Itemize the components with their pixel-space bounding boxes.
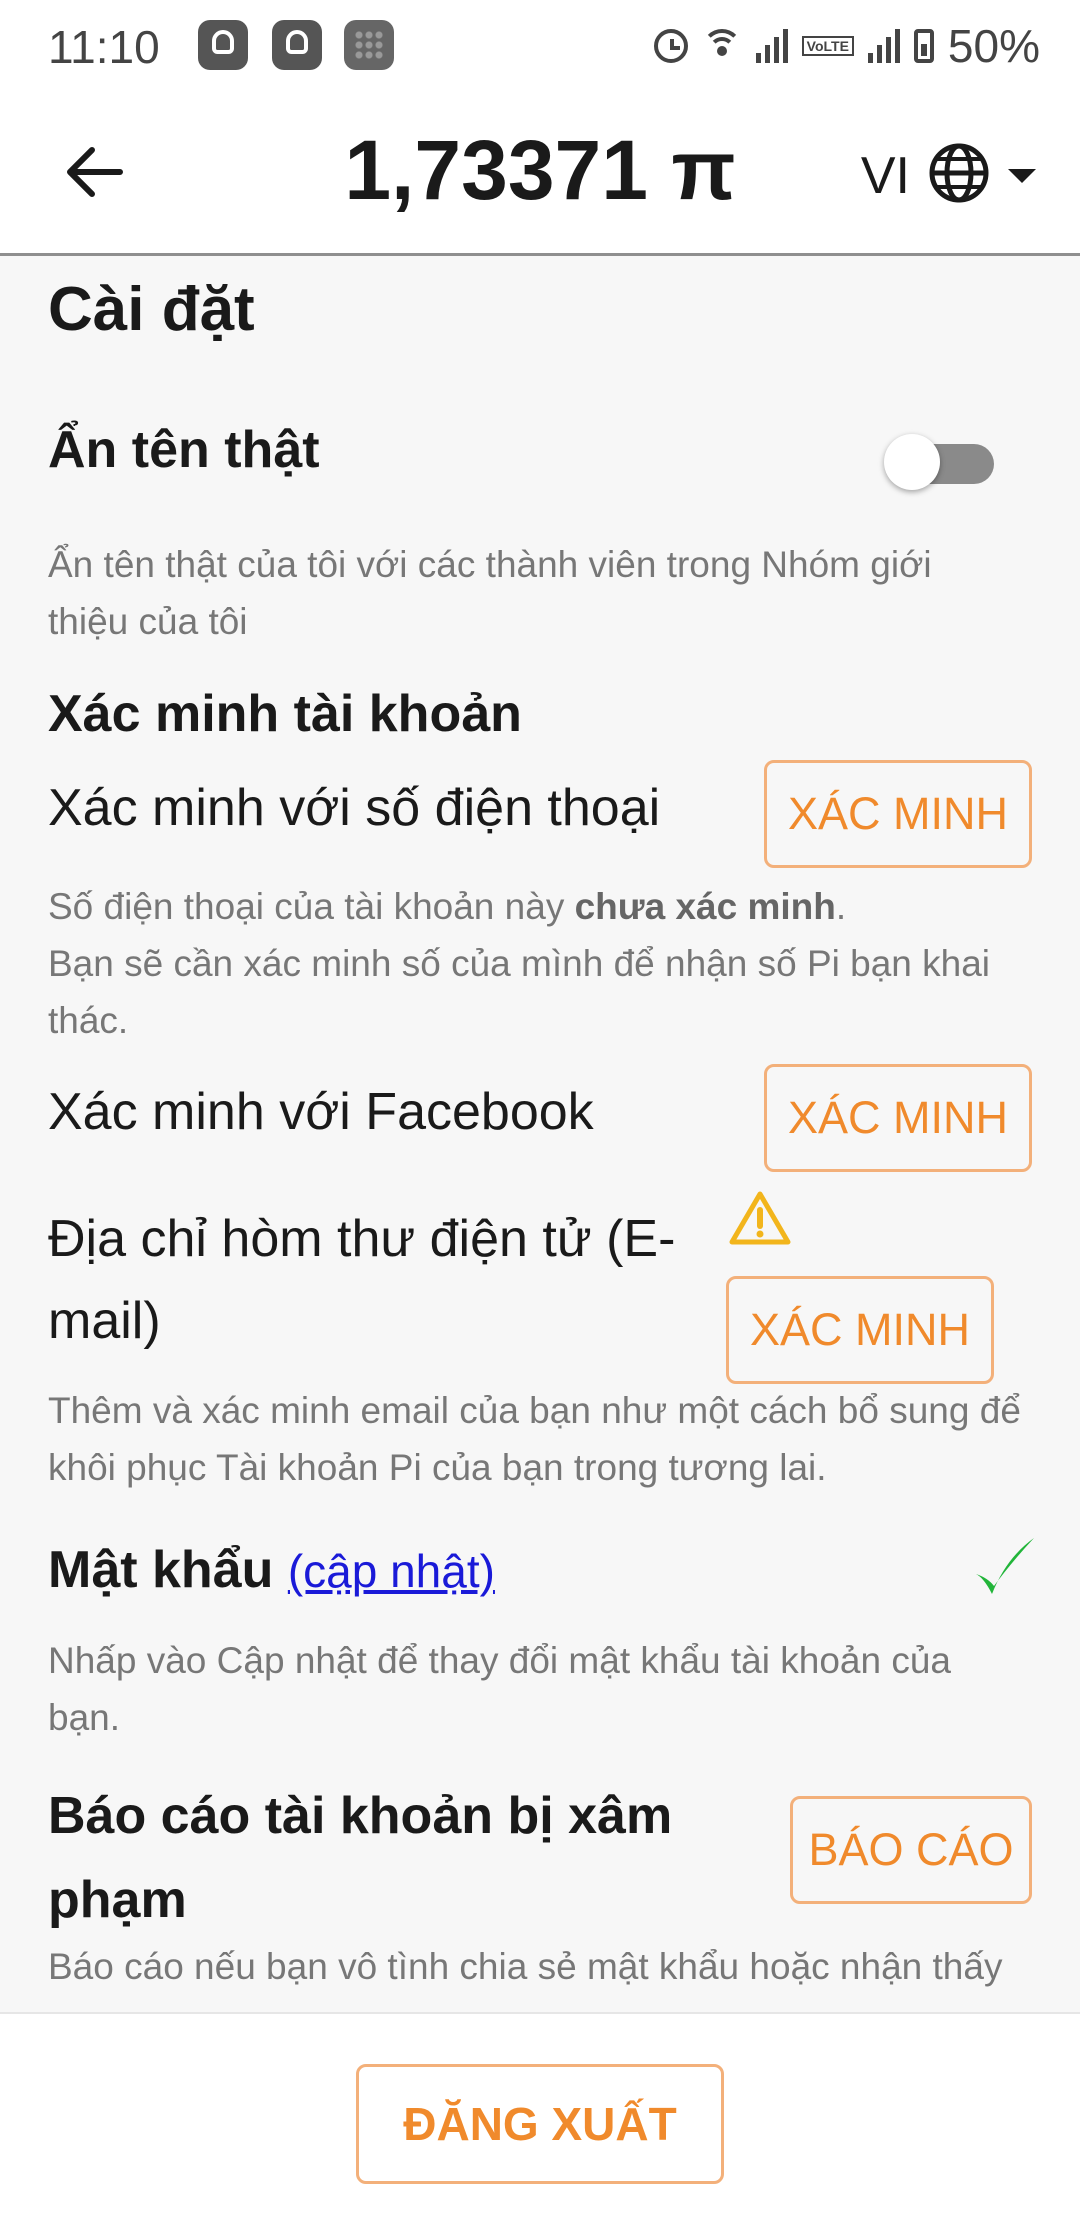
warning-icon xyxy=(728,1190,792,1251)
battery-icon xyxy=(913,29,934,63)
phone-verify-button[interactable]: XÁC MINH xyxy=(764,760,1032,868)
verification-section-title: Xác minh tài khoản xyxy=(48,685,522,743)
signal-icon xyxy=(867,29,900,63)
phone-verify-label: Xác minh với số điện thoại xyxy=(48,779,661,837)
email-verify-label: Địa chỉ hòm thư điện tử (E- mail) xyxy=(48,1198,728,1362)
password-update-link[interactable]: (cập nhật) xyxy=(288,1545,495,1597)
report-description: Báo cáo nếu bạn vô tình chia sẻ mật khẩu… xyxy=(48,1946,1003,1987)
password-description: Nhấp vào Cập nhật để thay đổi mật khẩu t… xyxy=(48,1640,951,1738)
wifi-icon xyxy=(701,29,742,63)
hide-real-name-toggle[interactable] xyxy=(884,434,994,490)
report-compromised-label: Báo cáo tài khoản bị xâm phạm xyxy=(48,1774,748,1942)
notification-bulb-icon xyxy=(198,20,248,70)
status-time: 11:10 xyxy=(48,21,160,73)
password-row: Mật khẩu (cập nhật) xyxy=(48,1540,495,1600)
settings-content[interactable]: Cài đặt Ẩn tên thật Ẩn tên thật của tôi … xyxy=(0,256,1080,2012)
hide-real-name-label: Ẩn tên thật xyxy=(48,421,320,479)
language-code: VI xyxy=(860,146,910,205)
footer-bar: ĐĂNG XUẤT xyxy=(0,2012,1080,2234)
report-label-line1: Báo cáo tài khoản bị xâm xyxy=(48,1787,673,1845)
volte-badge: VoLTE xyxy=(801,36,854,56)
report-label-line2: phạm xyxy=(48,1871,187,1929)
facebook-verify-button[interactable]: XÁC MINH xyxy=(764,1064,1032,1172)
page-title: Cài đặt xyxy=(48,275,255,344)
email-verify-button[interactable]: XÁC MINH xyxy=(726,1276,994,1384)
battery-percent: 50% xyxy=(947,20,1040,72)
chevron-down-icon xyxy=(1008,168,1036,183)
phone-desc-suffix: . xyxy=(835,886,847,927)
phone-desc-line2: Bạn sẽ cần xác minh số của mình để nhận … xyxy=(48,943,991,1041)
logout-button[interactable]: ĐĂNG XUẤT xyxy=(356,2064,724,2184)
alarm-icon xyxy=(653,29,688,63)
phone-desc-prefix: Số điện thoại của tài khoản này xyxy=(48,886,575,927)
email-label-line1: Địa chỉ hòm thư điện tử (E- xyxy=(48,1210,676,1268)
language-selector[interactable]: VI xyxy=(861,142,1036,209)
notification-app-icon xyxy=(344,20,394,70)
phone-verify-description: Số điện thoại của tài khoản này chưa xác… xyxy=(48,878,1028,1049)
password-label: Mật khẩu xyxy=(48,1541,274,1599)
checkmark-icon xyxy=(972,1534,1036,1609)
email-verify-description: Thêm và xác minh email của bạn như một c… xyxy=(48,1390,1021,1488)
phone-desc-status: chưa xác minh xyxy=(574,886,836,927)
report-button[interactable]: BÁO CÁO xyxy=(790,1796,1032,1904)
app-header: 1,73371 π VI xyxy=(0,92,1080,256)
status-icons: VoLTE 50% xyxy=(653,18,1040,74)
globe-icon xyxy=(928,142,990,209)
hide-real-name-description: Ẩn tên thật của tôi với các thành viên t… xyxy=(48,544,932,642)
notification-bulb-icon xyxy=(272,20,322,70)
signal-icon xyxy=(755,29,788,63)
status-bar: 11:10 VoLTE 50% xyxy=(0,0,1080,92)
facebook-verify-label: Xác minh với Facebook xyxy=(48,1083,594,1141)
email-label-line2: mail) xyxy=(48,1292,161,1350)
